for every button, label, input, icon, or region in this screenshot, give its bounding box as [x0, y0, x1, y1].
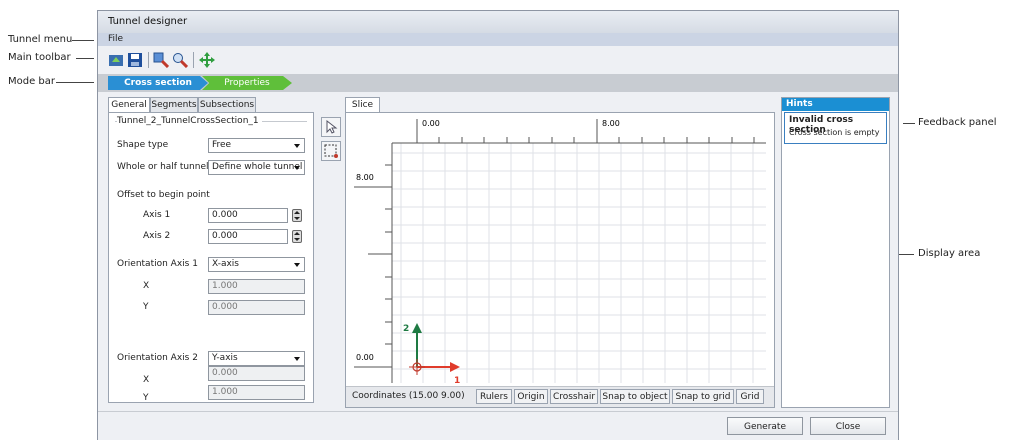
mode-cross-section[interactable]: Cross section — [108, 76, 208, 90]
orientation-axis1-label: Orientation Axis 1 — [117, 259, 198, 269]
o1y-input: 0.000 — [208, 300, 305, 315]
footer-bar: Generate Close — [98, 411, 898, 440]
callout-line — [903, 123, 915, 124]
chevron-down-icon — [294, 144, 300, 148]
o2y-input: 1.000 — [208, 385, 305, 400]
chevron-down-icon — [294, 357, 300, 361]
general-tab-body: Tunnel_2_TunnelCrossSection_1 Shape type… — [108, 112, 314, 403]
shape-type-label: Shape type — [117, 140, 169, 150]
feedback-panel: Hints Invalid cross section Cross sectio… — [781, 97, 890, 408]
grid-button[interactable]: Grid — [736, 389, 764, 404]
axis-1-label: 1 — [454, 376, 460, 385]
select-tool-button[interactable] — [321, 117, 341, 137]
hint-message: Invalid cross section Cross section is e… — [784, 112, 887, 144]
o1y-label: Y — [143, 302, 149, 312]
group-title: Tunnel_2_TunnelCrossSection_1 — [117, 116, 262, 126]
tab-subsections[interactable]: Subsections — [198, 97, 256, 113]
tunnel-designer-window: Tunnel designer File Cross section Prope… — [97, 10, 899, 440]
o1x-input: 1.000 — [208, 279, 305, 294]
import-icon[interactable] — [108, 52, 124, 68]
orientation-axis2-select[interactable]: Y-axis — [208, 351, 305, 366]
whole-half-label: Whole or half tunnel — [117, 162, 209, 172]
main-toolbar — [98, 47, 898, 73]
callout-display-area: Display area — [918, 248, 981, 259]
origin-axes — [409, 323, 460, 375]
display-area[interactable]: 0.00 8.00 8.00 0.00 2 1 Coordinates (15.… — [345, 112, 775, 408]
axis1-label: Axis 1 — [143, 210, 171, 220]
rulers-button[interactable]: Rulers — [476, 389, 512, 404]
zoom-out-icon[interactable] — [172, 52, 189, 69]
ruler-top-label-0: 0.00 — [422, 119, 440, 128]
callout-line — [76, 58, 94, 59]
ruler-left-label-0: 0.00 — [356, 353, 374, 362]
offset-label: Offset to begin point — [117, 190, 210, 200]
property-panel: General Segments Subsections Tunnel_2_Tu… — [108, 97, 314, 403]
chevron-down-icon — [294, 263, 300, 267]
close-button[interactable]: Close — [810, 417, 886, 435]
rectangle-select-tool-button[interactable] — [321, 141, 341, 161]
whole-half-value: Define whole tunnel — [212, 162, 303, 172]
crosshair-button[interactable]: Crosshair — [550, 389, 598, 404]
o2x-input: 0.000 — [208, 366, 305, 381]
orientation-axis1-value: X-axis — [212, 259, 239, 269]
cursor-icon — [326, 119, 338, 134]
callout-mode-bar: Mode bar — [8, 76, 56, 87]
callout-main-toolbar: Main toolbar — [8, 52, 71, 63]
shape-type-value: Free — [212, 140, 232, 150]
save-icon[interactable] — [127, 52, 143, 68]
callout-line — [72, 40, 94, 41]
toolbar-separator — [193, 52, 194, 68]
o2x-label: X — [143, 375, 150, 385]
drawing-canvas[interactable]: 0.00 8.00 8.00 0.00 2 1 — [346, 113, 774, 385]
axis2-label: Axis 2 — [143, 231, 171, 241]
generate-button[interactable]: Generate — [727, 417, 803, 435]
axis1-input[interactable]: 0.000 — [208, 208, 288, 223]
whole-half-select[interactable]: Define whole tunnel — [208, 160, 305, 175]
hint-message-body: Cross section is empty — [789, 128, 880, 137]
orientation-axis2-label: Orientation Axis 2 — [117, 353, 198, 363]
origin-button[interactable]: Origin — [514, 389, 548, 404]
ruler-left-label-8: 8.00 — [356, 173, 374, 182]
toolbar-separator — [148, 52, 149, 68]
title-bar: Tunnel designer — [98, 11, 898, 33]
snap-to-object-button[interactable]: Snap to object — [600, 389, 670, 404]
hints-title: Hints — [782, 98, 889, 111]
orientation-axis2-value: Y-axis — [212, 353, 238, 363]
o2y-label: Y — [143, 393, 149, 403]
chevron-down-icon — [294, 166, 300, 170]
callout-tunnel-menu: Tunnel menu — [8, 34, 73, 45]
pan-icon[interactable] — [199, 52, 215, 68]
snap-to-grid-button[interactable]: Snap to grid — [672, 389, 734, 404]
shape-type-select[interactable]: Free — [208, 138, 305, 153]
axis-2-label: 2 — [403, 324, 409, 334]
axis1-spinner[interactable] — [292, 209, 302, 222]
grid — [392, 143, 766, 383]
callout-feedback-panel: Feedback panel — [918, 117, 997, 128]
window-title: Tunnel designer — [108, 16, 188, 27]
tunnel-menu: File — [98, 33, 898, 46]
mode-properties[interactable]: Properties — [202, 76, 292, 90]
tab-general[interactable]: General — [108, 97, 150, 113]
axis2-input[interactable]: 0.000 — [208, 229, 288, 244]
ruler-top-label-8: 8.00 — [602, 119, 620, 128]
callout-line — [56, 82, 94, 83]
menu-file[interactable]: File — [108, 34, 123, 44]
rectangle-select-icon — [324, 144, 338, 158]
tab-segments[interactable]: Segments — [150, 97, 198, 113]
zoom-in-icon[interactable] — [153, 52, 170, 69]
coordinates-readout: Coordinates (15.00 9.00) — [352, 391, 465, 401]
orientation-axis1-select[interactable]: X-axis — [208, 257, 305, 272]
mode-bar: Cross section Properties — [98, 74, 898, 92]
o1x-label: X — [143, 281, 150, 291]
ruler-top — [392, 119, 766, 144]
display-bottom-bar: Coordinates (15.00 9.00) Rulers Origin C… — [346, 386, 774, 407]
axis2-spinner[interactable] — [292, 230, 302, 243]
tab-slice[interactable]: Slice — [345, 97, 380, 113]
